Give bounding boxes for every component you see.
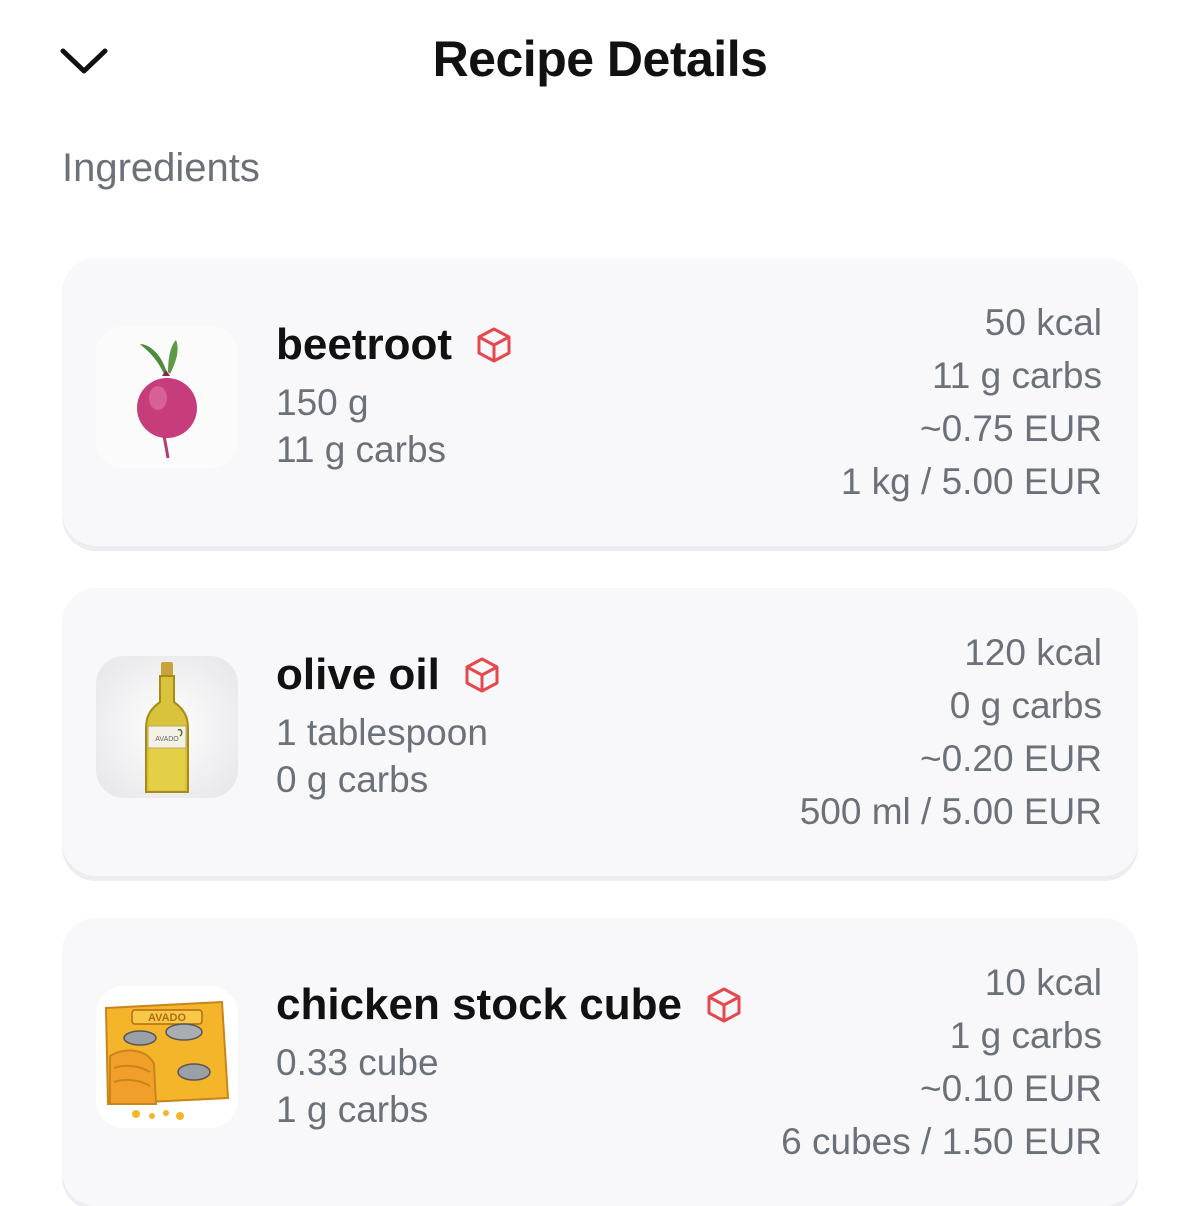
svg-text:AVADO: AVADO [148, 1012, 187, 1024]
chicken-stock-cube-image: AVADO [96, 986, 238, 1128]
ingredient-card-chicken-stock-cube[interactable]: AVADO chicken stock cube 0.33 cube 1 g c… [62, 918, 1138, 1206]
section-label-ingredients: Ingredients [62, 146, 260, 190]
carbs-value: 0 g carbs [949, 685, 1102, 726]
cube-icon[interactable] [462, 655, 502, 695]
ingredient-name: olive oil [276, 650, 440, 699]
ingredient-quantity: 0.33 cube [276, 1042, 439, 1083]
ingredient-quantity: 150 g [276, 382, 369, 423]
svg-text:AVADO: AVADO [155, 736, 179, 743]
cube-icon[interactable] [704, 985, 744, 1025]
page-title: Recipe Details [432, 31, 768, 87]
ingredient-card-olive-oil[interactable]: AVADO olive oil 1 tablespoon 0 g carbs 1… [62, 588, 1138, 876]
cube-icon[interactable] [474, 325, 514, 365]
carbs-value: 1 g carbs [949, 1015, 1102, 1056]
ingredient-card-beetroot[interactable]: beetroot 150 g 11 g carbs 50 kcal 11 g c… [62, 258, 1138, 546]
kcal-value: 120 kcal [964, 632, 1102, 673]
cost-value: ~0.10 EUR [919, 1068, 1102, 1109]
ingredient-carbs: 0 g carbs [276, 759, 429, 800]
unit-price: 6 cubes / 1.50 EUR [781, 1121, 1102, 1162]
olive-oil-image: AVADO [96, 656, 238, 798]
ingredient-stats: 10 kcal 1 g carbs ~0.10 EUR 6 cubes / 1.… [781, 956, 1102, 1168]
cost-value: ~0.20 EUR [919, 738, 1102, 779]
unit-price: 500 ml / 5.00 EUR [799, 791, 1102, 832]
ingredient-name: beetroot [276, 320, 452, 369]
ingredient-stats: 120 kcal 0 g carbs ~0.20 EUR 500 ml / 5.… [800, 626, 1102, 838]
header: Recipe Details [0, 0, 1200, 120]
kcal-value: 50 kcal [984, 302, 1102, 343]
ingredient-name: chicken stock cube [276, 980, 682, 1029]
ingredient-carbs: 11 g carbs [276, 429, 447, 470]
unit-price: 1 kg / 5.00 EUR [840, 461, 1102, 502]
carbs-value: 11 g carbs [931, 355, 1102, 396]
cost-value: ~0.75 EUR [919, 408, 1102, 449]
ingredient-quantity: 1 tablespoon [276, 712, 488, 753]
ingredient-stats: 50 kcal 11 g carbs ~0.75 EUR 1 kg / 5.00… [841, 296, 1102, 508]
kcal-value: 10 kcal [984, 962, 1102, 1003]
ingredient-carbs: 1 g carbs [276, 1089, 429, 1130]
beetroot-image [96, 326, 238, 468]
